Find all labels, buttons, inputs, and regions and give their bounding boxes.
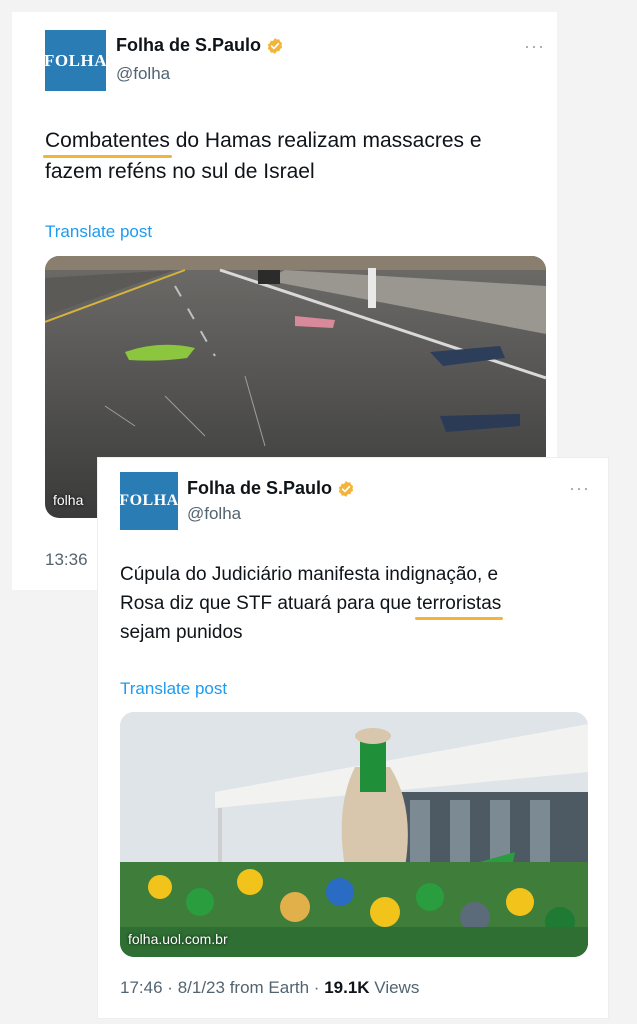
- views-label: Views: [374, 978, 420, 997]
- tweet-meta: 17:46 · 8/1/23 from Earth · 19.1K Views: [120, 978, 419, 998]
- verified-badge-icon: [267, 37, 283, 54]
- media-caption: folha: [53, 492, 84, 508]
- display-name[interactable]: Folha de S.Paulo: [116, 35, 284, 56]
- display-name-text[interactable]: Folha de S.Paulo: [116, 35, 261, 56]
- tweet-text-part: Rosa diz que STF atuará para que: [120, 593, 417, 614]
- tweet-image-protest[interactable]: folha.uol.com.br: [120, 712, 588, 957]
- user-handle[interactable]: @folha: [116, 64, 170, 84]
- tweet-text-part: do Hamas realizam massacres e: [169, 129, 482, 152]
- translate-post-link[interactable]: Translate post: [120, 679, 227, 699]
- highlighted-word: terroristas: [414, 589, 504, 620]
- highlighted-word: Combatentes: [43, 125, 172, 158]
- folha-logo-avatar[interactable]: FOLHA: [119, 472, 178, 530]
- verified-badge-icon: [338, 480, 354, 497]
- tweet-text-part: sejam punidos: [120, 622, 243, 643]
- separator-dot: ·: [313, 978, 320, 997]
- tweet-text-part: Cúpula do Judiciário manifesta indignaçã…: [120, 564, 499, 585]
- tweet-timestamp[interactable]: 13:36: [45, 550, 88, 570]
- translate-post-link[interactable]: Translate post: [45, 222, 152, 242]
- folha-logo-avatar[interactable]: FOLHA: [44, 30, 106, 91]
- display-name[interactable]: Folha de S.Paulo: [187, 478, 355, 499]
- tweet-text: Combatentes do Hamas realizam massacres …: [43, 125, 545, 187]
- tweet-source: from Earth: [229, 978, 310, 997]
- views-count[interactable]: 19.1K: [324, 978, 369, 997]
- media-caption: folha.uol.com.br: [128, 931, 228, 947]
- tweet-text-part: fazem reféns no sul de Israel: [45, 160, 315, 183]
- tweet-card-stf[interactable]: FOLHA Folha de S.Paulo @folha ··· Cúpula…: [98, 458, 608, 1018]
- protest-photo: [120, 712, 588, 957]
- display-name-text[interactable]: Folha de S.Paulo: [187, 478, 332, 499]
- more-options-icon[interactable]: ···: [524, 36, 545, 57]
- user-handle[interactable]: @folha: [187, 504, 241, 524]
- tweet-time[interactable]: 17:46: [120, 978, 163, 997]
- tweet-text: Cúpula do Judiciário manifesta indignaçã…: [120, 560, 600, 647]
- more-options-icon[interactable]: ···: [569, 478, 590, 499]
- tweet-date[interactable]: 8/1/23: [178, 978, 225, 997]
- separator-dot: ·: [167, 978, 173, 997]
